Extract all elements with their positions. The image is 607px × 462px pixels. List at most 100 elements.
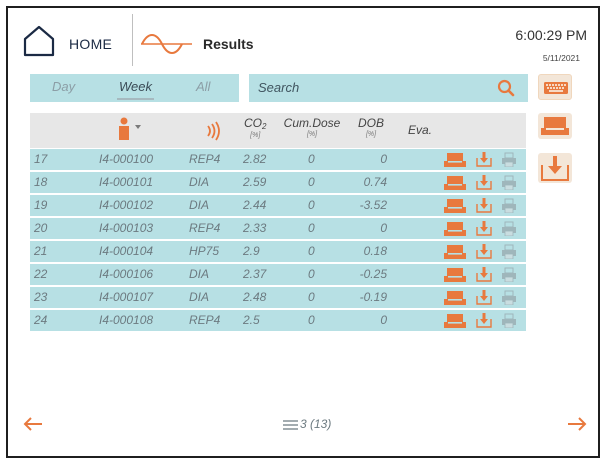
co2-value: 2.33 <box>243 221 267 235</box>
sample-type: HP75 <box>189 244 220 258</box>
print-icon[interactable] <box>501 221 517 236</box>
search-input[interactable]: Search <box>249 74 528 102</box>
tray-button[interactable] <box>538 113 572 139</box>
sample-id: I4-000100 <box>99 152 154 166</box>
cum-dose-value: 0 <box>308 221 315 235</box>
home-button[interactable]: HOME <box>69 36 112 52</box>
print-icon[interactable] <box>501 313 517 328</box>
cum-dose-value: 0 <box>308 313 315 327</box>
download-icon[interactable] <box>476 221 492 236</box>
print-icon[interactable] <box>501 244 517 259</box>
dob-value: -0.25 <box>359 267 387 281</box>
page-indicator: 3 (13) <box>300 417 332 431</box>
row-number: 20 <box>34 221 48 235</box>
row-number: 22 <box>34 267 48 281</box>
dob-value: -3.52 <box>359 198 387 212</box>
table-row[interactable]: 22 I4-000106 DIA 2.37 0 -0.25 <box>30 264 526 286</box>
keyboard-icon <box>544 82 568 94</box>
print-icon[interactable] <box>501 267 517 282</box>
eva-column-header: Eva. <box>408 123 433 137</box>
print-icon[interactable] <box>501 198 517 213</box>
dob-value: 0 <box>380 313 387 327</box>
sample-type: DIA <box>189 267 210 281</box>
table-row[interactable]: 20 I4-000103 REP4 2.33 0 0 <box>30 218 526 240</box>
export-icon <box>541 156 569 181</box>
arrow-left-icon[interactable] <box>22 416 44 432</box>
sample-type: DIA <box>189 175 210 189</box>
table-row[interactable]: 18 I4-000101 DIA 2.59 0 0.74 <box>30 172 526 194</box>
download-icon[interactable] <box>476 198 492 213</box>
download-icon[interactable] <box>476 175 492 190</box>
dob-value: 0 <box>380 152 387 166</box>
sample-type: REP4 <box>189 152 221 166</box>
cum-dose-column-header: Cum.Dose [%] <box>278 116 346 138</box>
active-tab-indicator <box>117 98 154 100</box>
sample-id: I4-000101 <box>99 175 154 189</box>
arrow-right-icon[interactable] <box>566 416 588 432</box>
signal-waves-icon[interactable] <box>203 121 223 141</box>
tray-icon[interactable] <box>444 152 466 167</box>
co2-value: 2.48 <box>243 290 267 304</box>
waveform-icon <box>141 34 192 54</box>
table-row[interactable]: 24 I4-000108 REP4 2.5 0 0 <box>30 310 526 332</box>
co2-value: 2.37 <box>243 267 267 281</box>
tab-all[interactable]: All <box>196 79 210 94</box>
co2-value: 2.82 <box>243 152 267 166</box>
tray-icon[interactable] <box>444 198 466 213</box>
download-icon[interactable] <box>476 290 492 305</box>
dob-value: 0.74 <box>363 175 387 189</box>
tab-day[interactable]: Day <box>52 79 75 94</box>
person-icon[interactable] <box>116 116 144 142</box>
dob-value: 0 <box>380 221 387 235</box>
download-icon[interactable] <box>476 313 492 328</box>
row-number: 18 <box>34 175 48 189</box>
row-number: 17 <box>34 152 48 166</box>
co2-value: 2.5 <box>243 313 260 327</box>
search-icon[interactable] <box>497 79 515 97</box>
download-icon[interactable] <box>476 244 492 259</box>
print-icon[interactable] <box>501 152 517 167</box>
row-number: 23 <box>34 290 48 304</box>
keyboard-button[interactable] <box>538 74 572 100</box>
sample-id: I4-000106 <box>99 267 154 281</box>
dob-value: 0.18 <box>363 244 387 258</box>
sample-type: REP4 <box>189 313 221 327</box>
tray-icon <box>541 117 569 135</box>
co2-value: 2.9 <box>243 244 260 258</box>
download-icon[interactable] <box>476 152 492 167</box>
cum-dose-unit: [%] <box>306 131 318 138</box>
cum-dose-label: Cum.Dose <box>283 116 341 130</box>
co2-value: 2.44 <box>243 198 267 212</box>
tray-icon[interactable] <box>444 267 466 282</box>
table-row[interactable]: 19 I4-000102 DIA 2.44 0 -3.52 <box>30 195 526 217</box>
list-icon <box>283 420 298 430</box>
sample-id: I4-000107 <box>99 290 154 304</box>
clock-date: 5/11/2021 <box>542 53 580 63</box>
tray-icon[interactable] <box>444 175 466 190</box>
tray-icon[interactable] <box>444 244 466 259</box>
tray-icon[interactable] <box>444 313 466 328</box>
pagination[interactable]: 3 (13) <box>283 417 331 431</box>
table-header: CO2 [%] Cum.Dose [%] DOB [%] Eva. <box>30 113 526 148</box>
sample-id: I4-000102 <box>99 198 154 212</box>
sample-type: REP4 <box>189 221 221 235</box>
dob-value: -0.19 <box>359 290 387 304</box>
export-button[interactable] <box>538 153 572 183</box>
print-icon[interactable] <box>501 175 517 190</box>
clock-time: 6:00:29 PM <box>515 27 587 43</box>
row-number: 19 <box>34 198 48 212</box>
table-row[interactable]: 17 I4-000100 REP4 2.82 0 0 <box>30 149 526 171</box>
dob-label: DOB <box>357 116 384 130</box>
table-row[interactable]: 21 I4-000104 HP75 2.9 0 0.18 <box>30 241 526 263</box>
sample-type: DIA <box>189 290 210 304</box>
tab-week[interactable]: Week <box>119 79 152 94</box>
download-icon[interactable] <box>476 267 492 282</box>
cum-dose-value: 0 <box>308 267 315 281</box>
home-icon[interactable] <box>22 24 56 58</box>
print-icon[interactable] <box>501 290 517 305</box>
tray-icon[interactable] <box>444 290 466 305</box>
page-title: Results <box>203 36 254 52</box>
table-row[interactable]: 23 I4-000107 DIA 2.48 0 -0.19 <box>30 287 526 309</box>
cum-dose-value: 0 <box>308 152 315 166</box>
tray-icon[interactable] <box>444 221 466 236</box>
